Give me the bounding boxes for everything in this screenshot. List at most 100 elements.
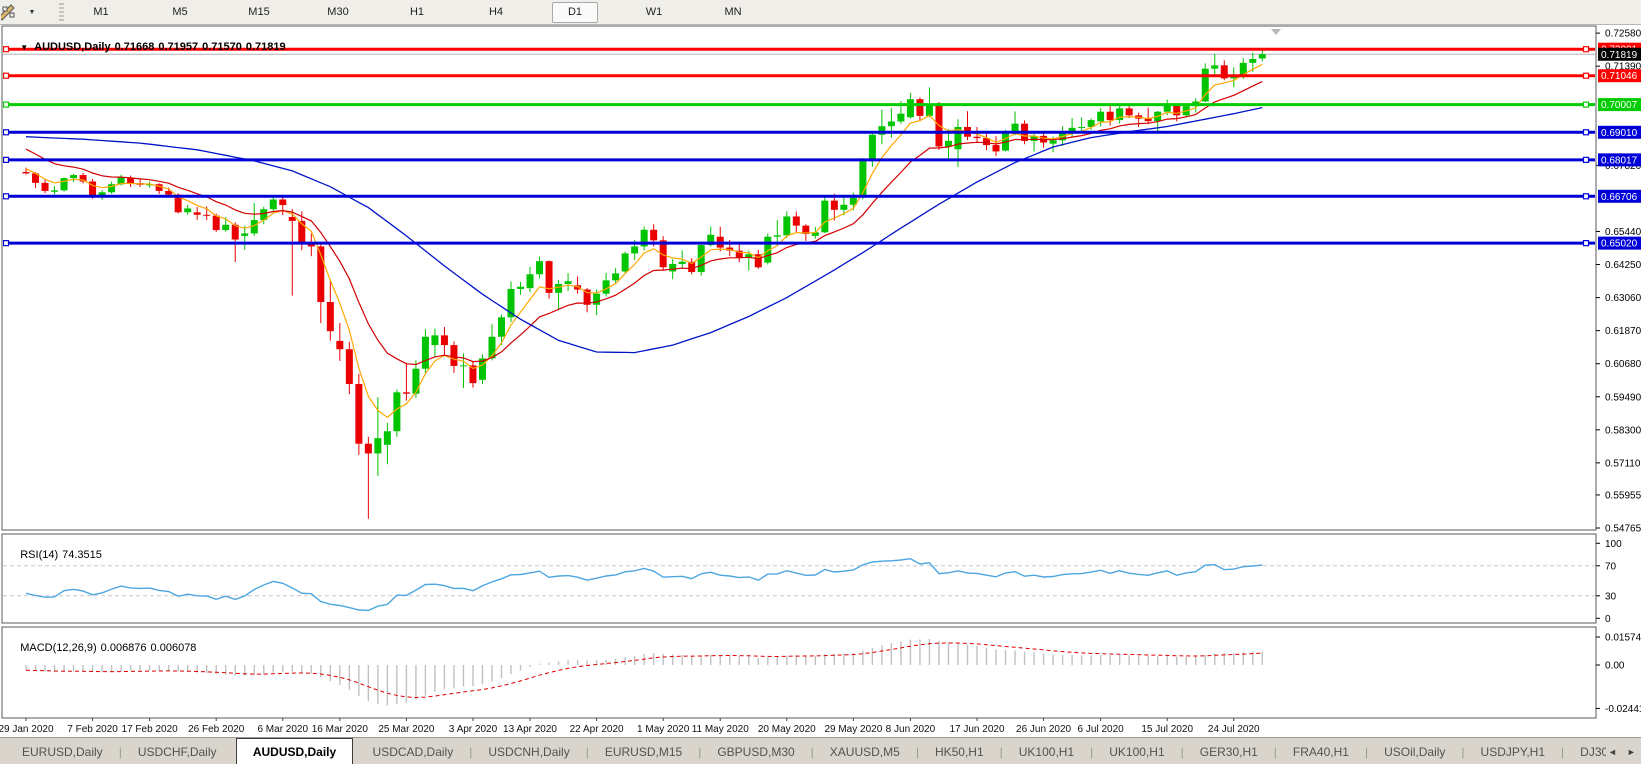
date-tick-label: 25 Mar 2020 — [378, 724, 435, 735]
rsi-tick-label: 70 — [1605, 561, 1617, 572]
chart-tab-audusd-daily[interactable]: AUDUSD,Daily — [236, 738, 353, 764]
chart-tab-gbpusd-m30[interactable]: GBPUSD,M30 — [701, 738, 810, 764]
candle-body — [1107, 112, 1114, 120]
candle-body — [840, 205, 847, 210]
candle-body — [907, 99, 914, 117]
candle-body — [355, 384, 362, 444]
candle-body — [374, 438, 381, 453]
bid-price-label-text: 0.71819 — [1601, 50, 1638, 61]
level-price-label-text: 0.69010 — [1601, 128, 1638, 139]
line-anchor-marker[interactable] — [4, 194, 9, 199]
chart-tab-ger30-h1[interactable]: GER30,H1 — [1184, 738, 1274, 764]
chart-tab-bar: EURUSD,Daily|USDCHF,Daily AUDUSD,Daily U… — [0, 737, 1641, 764]
date-tick-label: 16 Mar 2020 — [312, 724, 369, 735]
chart-tab-usdchf-daily[interactable]: USDCHF,Daily — [122, 738, 233, 764]
candle-body — [270, 200, 277, 210]
chart-title: ▼AUDUSD,Daily0.716680.719570.715700.7181… — [8, 29, 290, 65]
candle-body — [1078, 127, 1085, 128]
date-tick-label: 8 Jun 2020 — [886, 724, 936, 735]
candle-body — [669, 264, 676, 272]
line-anchor-marker[interactable] — [1584, 241, 1589, 246]
chart-canvas[interactable]: 0.725800.713900.678200.654400.642500.630… — [0, 0, 1641, 737]
chart-tab-hk50-h1[interactable]: HK50,H1 — [919, 738, 1000, 764]
macd-panel-title: MACD(12,26,9) 0.006876 0.006078 — [8, 630, 200, 666]
chart-tab-usdcad-daily[interactable]: USDCAD,Daily — [357, 738, 470, 764]
candle-body — [336, 341, 343, 349]
date-tick-label: 29 May 2020 — [824, 724, 882, 735]
line-anchor-marker[interactable] — [1584, 47, 1589, 52]
chart-tab-fra40-h1[interactable]: FRA40,H1 — [1277, 738, 1365, 764]
line-anchor-marker[interactable] — [4, 241, 9, 246]
candle-body — [384, 431, 391, 445]
chart-tabs: EURUSD,Daily|USDCHF,Daily AUDUSD,Daily U… — [0, 738, 1606, 764]
date-tick-label: 11 May 2020 — [692, 724, 750, 735]
candle-body — [821, 201, 828, 233]
candle-body — [23, 172, 30, 173]
chart-high-value: 0.71957 — [158, 41, 198, 53]
candle-body — [70, 175, 77, 178]
candle-body — [42, 183, 49, 191]
date-tick-label: 13 Apr 2020 — [503, 724, 557, 735]
date-tick-label: 17 Feb 2020 — [122, 724, 179, 735]
rsi-axis: 10070300 — [1596, 539, 1622, 625]
chart-tab-usoil-daily[interactable]: USOil,Daily — [1368, 738, 1461, 764]
level-price-label-text: 0.66706 — [1601, 192, 1638, 203]
candle-body — [327, 302, 334, 331]
macd-label: MACD(12,26,9) — [20, 642, 96, 654]
date-tick-label: 26 Feb 2020 — [188, 724, 245, 735]
candle-body — [1012, 124, 1019, 132]
candle-body — [774, 235, 781, 236]
chart-tab-eurusd-m15[interactable]: EURUSD,M15 — [589, 738, 698, 764]
price-tick-label: 0.64250 — [1605, 260, 1641, 271]
candle-body — [365, 444, 372, 454]
candle-body — [232, 225, 239, 240]
chart-tab-eurusd-daily[interactable]: EURUSD,Daily — [6, 738, 119, 764]
line-anchor-marker[interactable] — [1584, 73, 1589, 78]
level-price-label-text: 0.68017 — [1601, 155, 1638, 166]
date-tick-label: 7 Feb 2020 — [67, 724, 118, 735]
rsi-panel-title: RSI(14)74.3515 — [8, 537, 106, 573]
candle-body — [631, 246, 638, 253]
candle-body — [593, 294, 600, 305]
chart-collapse-caret-icon[interactable]: ▼ — [20, 43, 28, 52]
chart-tab-uk100-h1[interactable]: UK100,H1 — [1093, 738, 1180, 764]
candle-body — [1097, 112, 1104, 122]
chart-tab-usdjpy-h1[interactable]: USDJPY,H1 — [1465, 738, 1561, 764]
candle-body — [565, 281, 572, 284]
tabs-scroll-right-icon[interactable]: ► — [1627, 747, 1636, 757]
line-anchor-marker[interactable] — [4, 73, 9, 78]
line-anchor-marker[interactable] — [1584, 130, 1589, 135]
candle-body — [1126, 108, 1133, 115]
macd-main-value: 0.006876 — [101, 642, 147, 654]
rsi-tick-label: 100 — [1605, 539, 1622, 550]
line-anchor-marker[interactable] — [1584, 194, 1589, 199]
candle-body — [1249, 59, 1256, 63]
date-tick-label: 1 May 2020 — [637, 724, 690, 735]
line-anchor-marker[interactable] — [4, 130, 9, 135]
price-tick-label: 0.55955 — [1605, 490, 1641, 501]
candle-body — [916, 99, 923, 116]
candle-body — [289, 217, 296, 221]
candle-body — [783, 216, 790, 235]
macd-signal-value: 0.006078 — [151, 642, 197, 654]
line-anchor-marker[interactable] — [4, 102, 9, 107]
chart-tab-xauusd-m5[interactable]: XAUUSD,M5 — [814, 738, 916, 764]
trading-platform-window: ▼ M1M5M15M30H1H4D1W1MN 0.725800.713900.6… — [0, 0, 1641, 764]
line-anchor-marker[interactable] — [1584, 157, 1589, 162]
macd-tick-label: 0.00 — [1605, 661, 1625, 672]
price-tick-label: 0.72580 — [1605, 29, 1641, 40]
main-chart-panel — [2, 26, 1596, 530]
candle-body — [441, 335, 448, 345]
candle-body — [1202, 69, 1209, 102]
line-anchor-marker[interactable] — [1584, 102, 1589, 107]
candle-body — [61, 178, 68, 190]
chart-tab-usdcnh-daily[interactable]: USDCNH,Daily — [472, 738, 585, 764]
tabs-scroll-left-icon[interactable]: ◄ — [1608, 747, 1617, 757]
line-anchor-marker[interactable] — [4, 157, 9, 162]
chart-tab-dj30-m15[interactable]: DJ30,M15 — [1564, 738, 1606, 764]
date-tick-label: 29 Jan 2020 — [0, 724, 54, 735]
candle-body — [926, 105, 933, 116]
chart-tab-uk100-h1[interactable]: UK100,H1 — [1003, 738, 1090, 764]
price-tick-label: 0.59490 — [1605, 392, 1641, 403]
date-axis[interactable]: 29 Jan 2020 7 Feb 2020 17 Feb 2020 26 Feb 2… — [0, 718, 1260, 735]
